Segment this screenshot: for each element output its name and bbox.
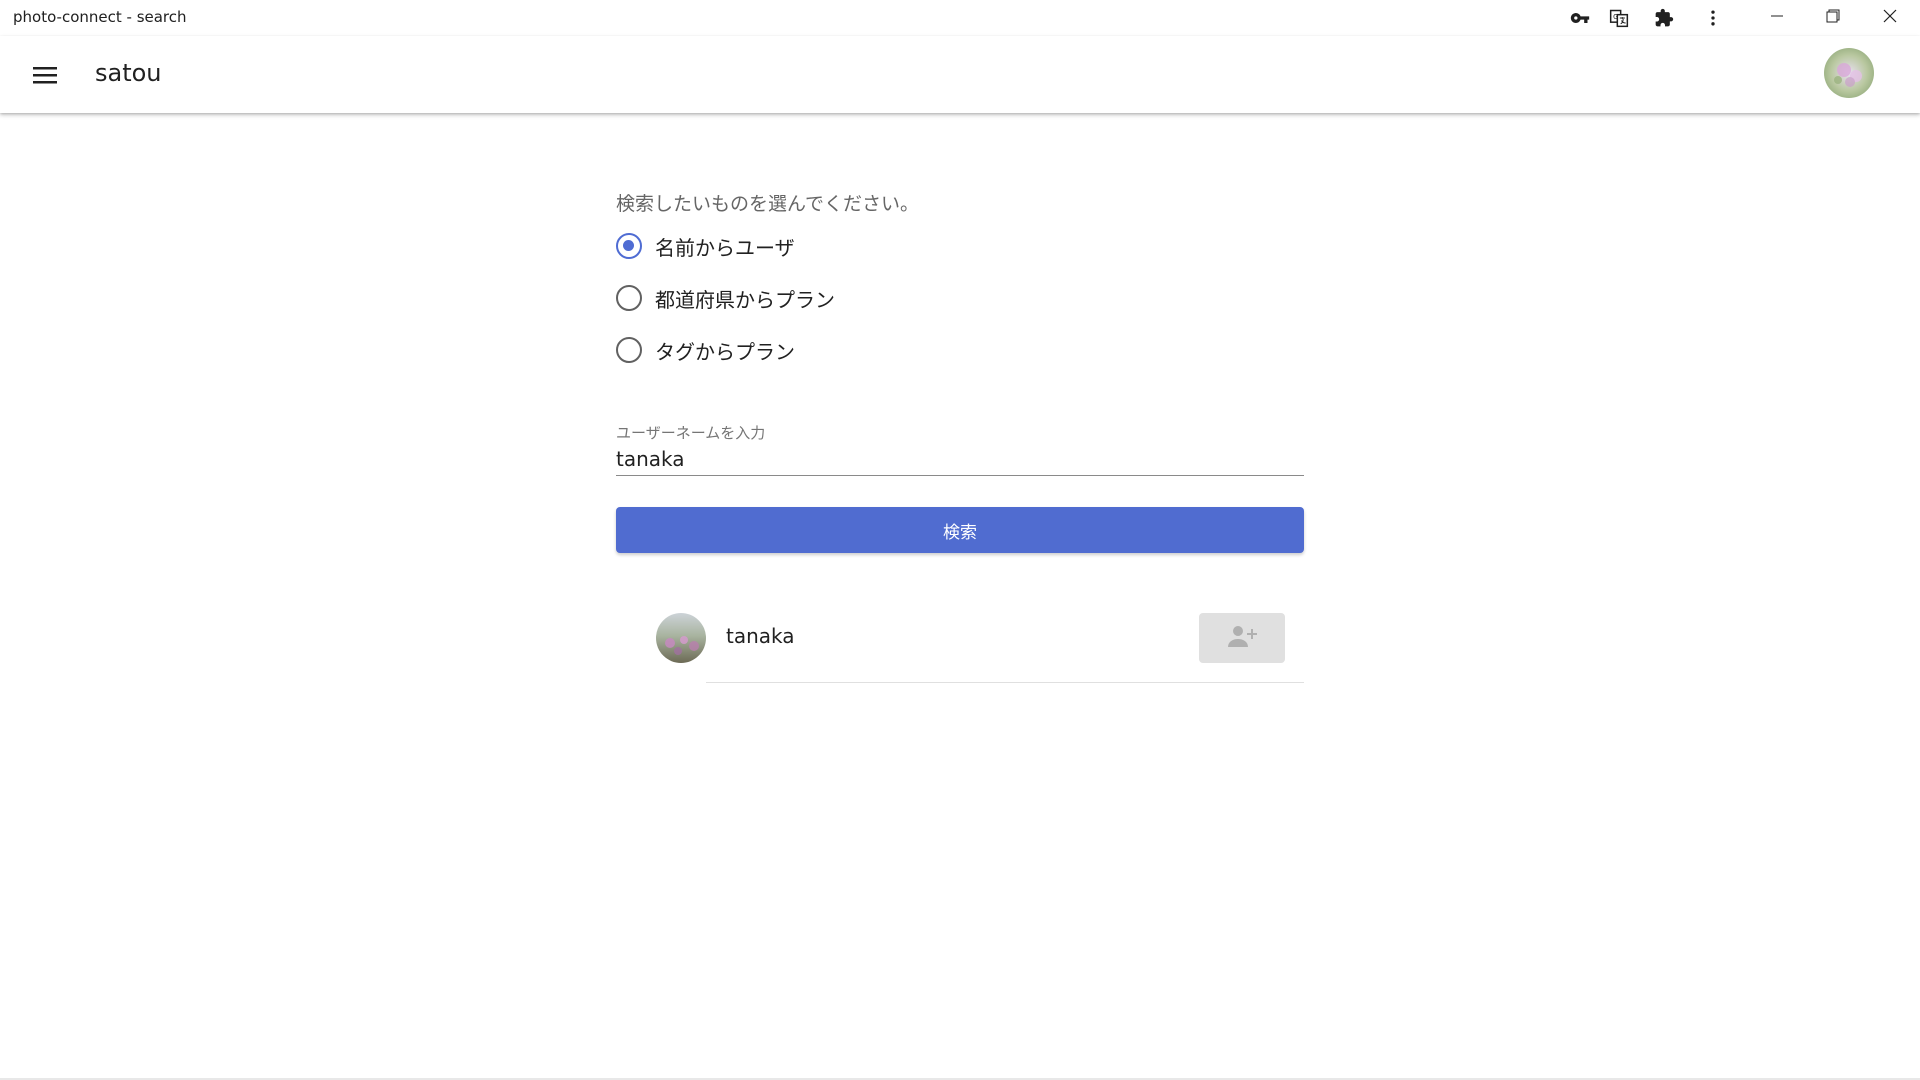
app-bar: satou: [0, 36, 1920, 113]
hamburger-menu-icon[interactable]: [22, 57, 68, 93]
radio-unchecked-icon[interactable]: [616, 337, 642, 363]
add-friend-button[interactable]: [1199, 613, 1285, 663]
username-input[interactable]: [616, 444, 1304, 474]
radio-option-plan-by-prefecture[interactable]: 都道府県からプラン: [616, 272, 1304, 324]
key-icon[interactable]: [1566, 4, 1594, 32]
avatar: [656, 613, 706, 663]
username-field-label: ユーザーネームを入力: [616, 424, 766, 442]
extension-icon[interactable]: [1650, 4, 1678, 32]
list-item[interactable]: tanaka: [616, 597, 1304, 683]
radio-label: タグからプラン: [655, 339, 795, 364]
radio-label: 都道府県からプラン: [655, 287, 835, 312]
window-titlebar: photo-connect - search G: [0, 0, 1920, 36]
radio-option-user-by-name[interactable]: 名前からユーザ: [616, 220, 1304, 272]
page-title: satou: [95, 59, 162, 87]
search-panel: 検索したいものを選んでください。 名前からユーザ 都道府県からプラン タグからプ…: [616, 190, 1304, 683]
result-username: tanaka: [726, 624, 795, 648]
radio-option-plan-by-tag[interactable]: タグからプラン: [616, 324, 1304, 376]
radio-label: 名前からユーザ: [655, 235, 795, 260]
translate-icon[interactable]: G: [1605, 4, 1633, 32]
svg-text:G: G: [1613, 13, 1618, 21]
more-vert-icon[interactable]: [1699, 4, 1727, 32]
list-divider: [706, 682, 1304, 683]
search-prompt: 検索したいものを選んでください。: [616, 193, 920, 215]
close-icon[interactable]: [1862, 0, 1918, 32]
restore-icon[interactable]: [1805, 0, 1861, 32]
user-avatar[interactable]: [1824, 48, 1874, 98]
person-add-icon: [1226, 623, 1258, 653]
search-button[interactable]: 検索: [616, 507, 1304, 553]
radio-checked-icon[interactable]: [616, 233, 642, 259]
window-title: photo-connect - search: [13, 8, 187, 26]
minimize-icon[interactable]: [1749, 0, 1805, 32]
radio-unchecked-icon[interactable]: [616, 285, 642, 311]
username-field: ユーザーネームを入力: [616, 422, 1304, 476]
